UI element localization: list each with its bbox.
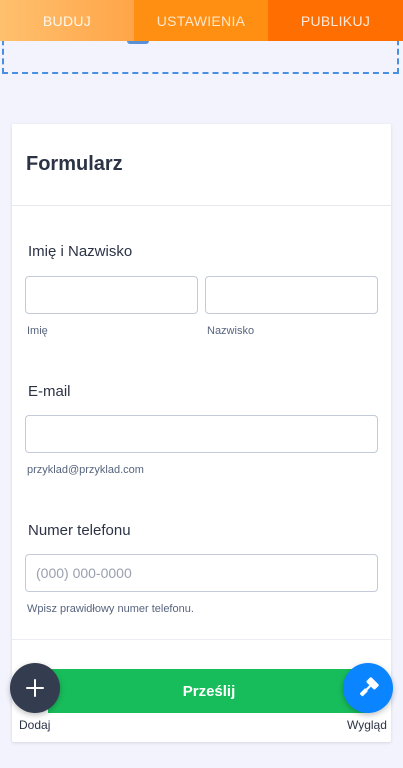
- submit-button[interactable]: Prześlij: [48, 669, 370, 713]
- form-card: Formularz Imię i Nazwisko Imię Nazwisko …: [12, 124, 391, 742]
- full-name-label: Imię i Nazwisko: [28, 243, 133, 260]
- last-name-sublabel: Nazwisko: [207, 325, 255, 337]
- form-header[interactable]: Formularz: [12, 124, 391, 206]
- last-name-input[interactable]: [205, 276, 378, 314]
- email-label: E-mail: [28, 383, 71, 400]
- first-name-sublabel: Imię: [27, 325, 48, 337]
- phone-sublabel: Wpisz prawidłowy numer telefonu.: [27, 603, 194, 615]
- paint-roller-icon: [359, 677, 379, 697]
- top-tab-bar: BUDUJ USTAWIENIA PUBLIKUJ: [0, 0, 403, 41]
- style-label: Wygląd: [347, 718, 387, 732]
- tab-build[interactable]: BUDUJ: [0, 0, 134, 41]
- form-designer-button[interactable]: [343, 663, 393, 713]
- plus-icon: [26, 679, 44, 697]
- first-name-input[interactable]: [25, 276, 198, 314]
- phone-input[interactable]: [25, 554, 378, 592]
- email-sublabel: przyklad@przyklad.com: [27, 464, 144, 476]
- add-label: Dodaj: [19, 718, 51, 732]
- phone-label: Numer telefonu: [28, 522, 131, 539]
- divider: [12, 639, 391, 640]
- form-title: Formularz: [26, 153, 123, 175]
- tab-settings[interactable]: USTAWIENIA: [134, 0, 268, 41]
- tab-publish[interactable]: PUBLIKUJ: [268, 0, 403, 41]
- add-element-button[interactable]: [10, 663, 60, 713]
- email-input[interactable]: [25, 415, 378, 453]
